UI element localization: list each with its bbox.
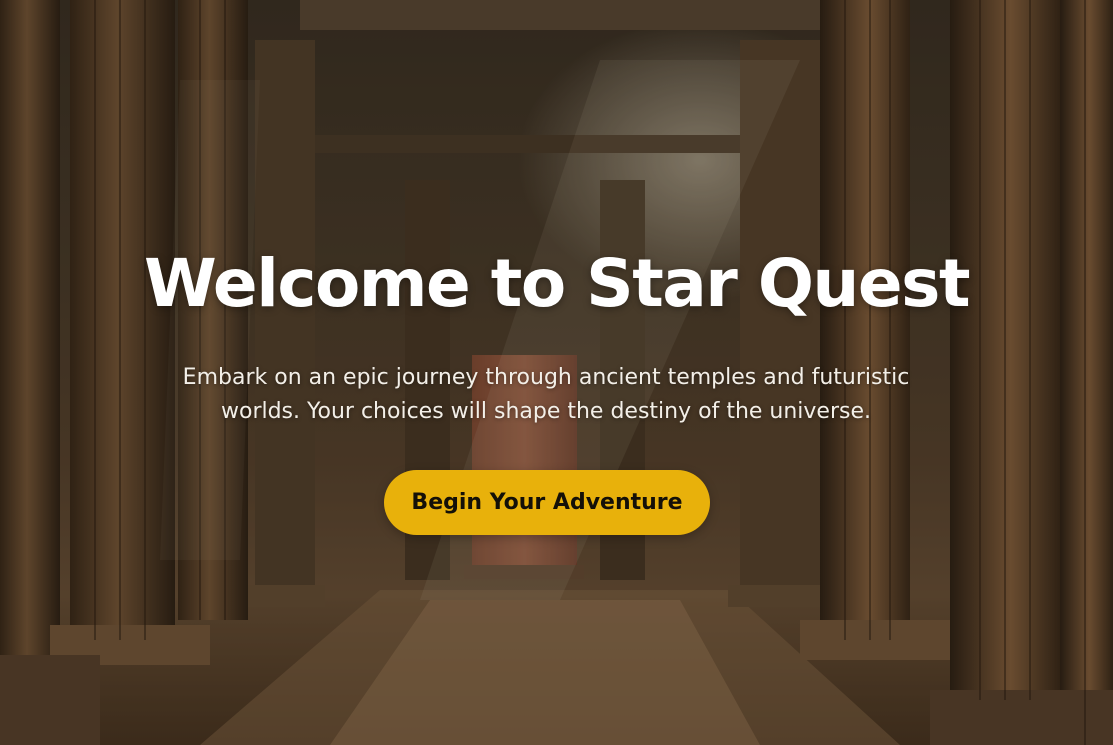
page-title: Welcome to Star Quest	[143, 245, 971, 322]
hero-section: Welcome to Star Quest Embark on an epic …	[0, 0, 1113, 745]
begin-adventure-button[interactable]: Begin Your Adventure	[384, 470, 710, 535]
hero-content: Welcome to Star Quest Embark on an epic …	[0, 0, 1113, 745]
hero-subtitle: Embark on an epic journey through ancien…	[182, 365, 910, 424]
